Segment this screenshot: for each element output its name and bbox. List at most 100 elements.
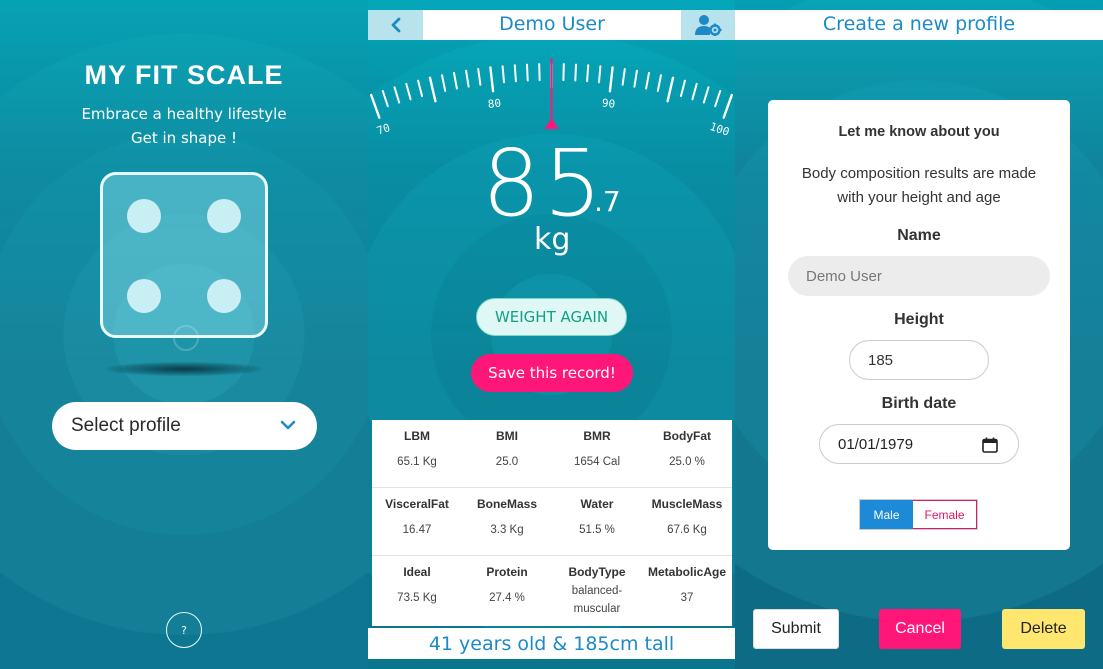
- height-input[interactable]: [849, 340, 989, 380]
- dial-tick: [679, 79, 686, 98]
- stat-label: Protein: [486, 565, 528, 579]
- dial-tick: [501, 65, 505, 84]
- stat-cell: MetabolicAge 37: [642, 556, 732, 626]
- dial-tick-label: 70: [375, 121, 392, 135]
- dial-tick: [381, 90, 389, 108]
- gender-toggle: Male Female: [859, 499, 978, 530]
- delete-button[interactable]: Delete: [1002, 609, 1085, 649]
- user-name-title: Demo User: [499, 13, 605, 35]
- tagline-line2: Get in shape !: [131, 129, 237, 147]
- form-description-line1: Body composition results are made: [801, 165, 1037, 182]
- stat-value: 51.5 %: [579, 524, 615, 536]
- calendar-icon[interactable]: [982, 437, 998, 453]
- stat-cell: MuscleMass 67.6 Kg: [642, 488, 732, 555]
- create-profile-panel: Create a new profile Let me know about y…: [735, 0, 1103, 669]
- birth-date-value: 01/01/1979: [838, 435, 914, 453]
- scale-illustration: [100, 172, 268, 351]
- profile-select-label: Select profile: [71, 415, 181, 436]
- stats-row: Ideal 73.5 Kg Protein 27.4 % BodyType balan…: [372, 556, 732, 626]
- dial-tick: [526, 63, 529, 82]
- scale-shadow: [105, 362, 263, 376]
- dial-tick-label: 80: [487, 97, 502, 111]
- name-input[interactable]: [788, 256, 1050, 296]
- stat-value: 25.0 %: [669, 456, 705, 468]
- user-cog-icon: [695, 15, 722, 36]
- stat-label: BMR: [583, 429, 611, 443]
- scale-sensor-dot: [127, 199, 161, 233]
- home-panel: MY FIT SCALE Embrace a healthy lifestyle…: [0, 0, 368, 669]
- profile-select[interactable]: Select profile: [52, 402, 317, 450]
- name-label: Name: [897, 227, 941, 244]
- scale-center-ring: [173, 325, 199, 351]
- dial-tick: [513, 64, 517, 83]
- dial-tick: [691, 82, 698, 101]
- stat-cell: BMI 25.0: [462, 420, 552, 487]
- weight-decimal: .7: [594, 185, 621, 218]
- stat-label: BMI: [496, 429, 518, 443]
- user-settings-button[interactable]: [681, 10, 735, 40]
- dial-tick: [465, 69, 470, 88]
- stat-value: 37: [680, 592, 694, 604]
- stat-cell: BodyFat 25.0 %: [642, 420, 732, 487]
- dial-tick: [441, 74, 447, 92]
- stat-cell: Protein 27.4 %: [462, 556, 552, 626]
- chevron-left-icon: [391, 17, 400, 33]
- dial-tick: [633, 69, 638, 88]
- stat-value: 16.47: [402, 524, 432, 536]
- back-button[interactable]: [368, 10, 423, 40]
- form-description: Body composition results are made with y…: [768, 162, 1070, 210]
- weight-unit: kg: [534, 222, 571, 257]
- height-label: Height: [894, 311, 944, 328]
- dial-tick: [489, 66, 495, 93]
- dial-tick-label: 100: [708, 120, 731, 135]
- stat-cell: Ideal 73.5 Kg: [372, 556, 462, 626]
- dial-tick: [453, 71, 458, 90]
- stat-value: 65.1 Kg: [397, 456, 437, 468]
- stat-cell: BodyType balanced-muscular: [552, 556, 642, 626]
- dial-tick: [702, 86, 710, 104]
- weight-again-button[interactable]: WEIGHT AGAIN: [476, 298, 627, 336]
- scale-sensor-dot: [127, 279, 161, 313]
- stat-value: 27.4 %: [489, 592, 525, 604]
- dial-tick: [666, 76, 675, 103]
- stat-value: 25.0: [495, 456, 519, 468]
- stat-cell: BMR 1654 Cal: [552, 420, 642, 487]
- stat-value: 1654 Cal: [573, 456, 621, 468]
- stat-cell: VisceralFat 16.47: [372, 488, 462, 555]
- gender-male-button[interactable]: Male: [860, 500, 913, 529]
- birth-date-input[interactable]: 01/01/1979: [819, 424, 1019, 464]
- body-composition-table: LBM 65.1 Kg BMI 25.0 BMR 1654 Cal BodyFat 25…: [372, 420, 732, 626]
- stat-cell: Water 51.5 %: [552, 488, 642, 555]
- weighing-panel: Demo User 60708090100110 85 .7 kg WEIGHT…: [368, 0, 735, 669]
- submit-button[interactable]: Submit: [753, 609, 839, 649]
- form-heading: Let me know about you: [838, 124, 1000, 140]
- gender-female-button[interactable]: Female: [913, 500, 977, 529]
- stat-label: VisceralFat: [385, 497, 449, 511]
- dial-tick: [722, 93, 733, 119]
- scale-sensor-dot: [207, 279, 241, 313]
- save-record-button[interactable]: Save this record!: [471, 354, 633, 392]
- dial-tick: [586, 64, 590, 83]
- dial-tick: [417, 79, 424, 98]
- stat-value: 67.6 Kg: [667, 524, 707, 536]
- stat-cell: LBM 65.1 Kg: [372, 420, 462, 487]
- stat-label: BodyFat: [663, 429, 711, 443]
- cancel-button[interactable]: Cancel: [879, 609, 961, 649]
- stat-label: Water: [580, 497, 614, 511]
- stats-row: VisceralFat 16.47 BoneMass 3.3 Kg Water 51.…: [372, 488, 732, 556]
- stat-value: 3.3 Kg: [490, 524, 524, 536]
- tagline-line1: Embrace a healthy lifestyle: [81, 105, 287, 123]
- stat-label: BodyType: [568, 565, 626, 579]
- stats-row: LBM 65.1 Kg BMI 25.0 BMR 1654 Cal BodyFat 25…: [372, 420, 732, 488]
- dial-tick: [656, 74, 662, 92]
- dial-tick: [370, 93, 381, 119]
- scale-sensor-dot: [207, 199, 241, 233]
- dial-tick: [645, 71, 650, 90]
- help-button[interactable]: ?: [166, 612, 202, 648]
- app-title: MY FIT SCALE: [84, 60, 284, 90]
- dial-tick-label: 90: [601, 97, 616, 111]
- stat-label: MuscleMass: [651, 497, 723, 511]
- chevron-down-icon: [280, 420, 296, 430]
- stat-label: Ideal: [403, 565, 431, 579]
- profile-form-card: Let me know about you Body composition r…: [768, 100, 1070, 550]
